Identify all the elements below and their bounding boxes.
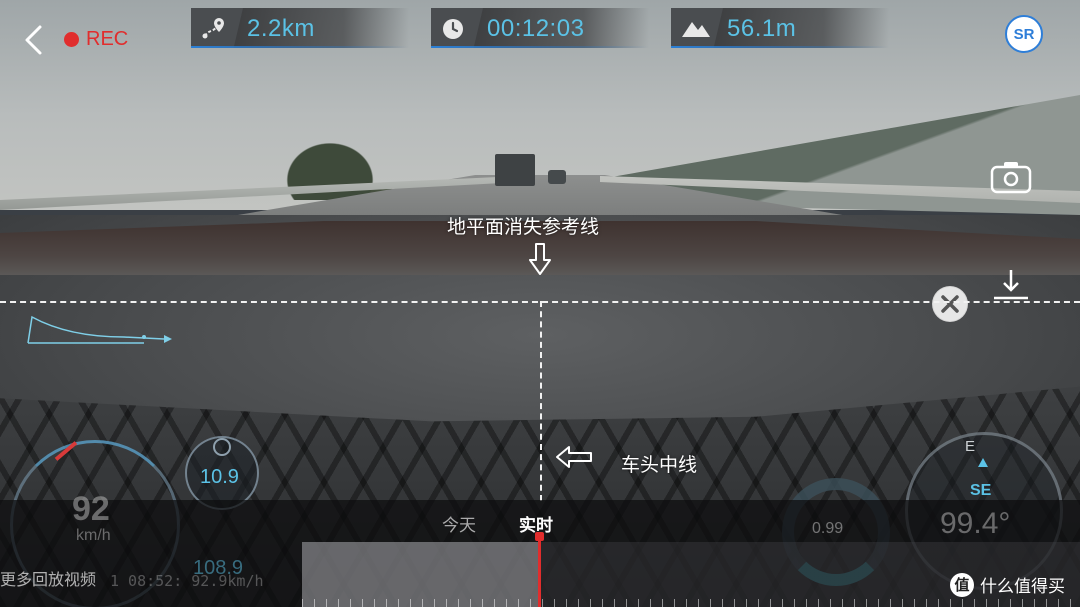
distance-value: 2.2km <box>247 15 315 42</box>
g-force-value: 10.9 <box>200 466 239 488</box>
tab-today[interactable]: 今天 <box>442 511 476 536</box>
watermark: 值 什么值得买 <box>950 572 1065 597</box>
logo-text: SR <box>1013 25 1035 43</box>
rec-label: REC <box>86 28 129 50</box>
arrow-left-icon <box>556 446 592 468</box>
route-trace-icon <box>27 315 172 344</box>
watermark-badge: 值 <box>950 572 974 597</box>
center-reference-line <box>540 301 542 501</box>
speed-unit: km/h <box>76 527 111 544</box>
speed-value: 92 <box>72 490 110 528</box>
record-dot-icon <box>64 32 79 47</box>
horizon-annotation: 地平面消失参考线 <box>447 216 600 238</box>
download-icon[interactable] <box>990 268 1032 304</box>
playhead-handle-icon[interactable] <box>535 532 544 541</box>
more-videos-link[interactable]: 更多回放视频 <box>0 566 96 590</box>
timeline-playhead[interactable] <box>538 533 541 607</box>
altitude-stat: 56.1m <box>671 8 889 48</box>
duration-value: 00:12:03 <box>487 15 585 42</box>
close-icon[interactable] <box>932 286 968 322</box>
watermark-text: 什么值得买 <box>980 577 1065 597</box>
recording-indicator: REC <box>64 28 128 51</box>
duration-stat: 00:12:03 <box>431 8 649 48</box>
arrow-down-icon <box>529 243 551 275</box>
timeline-ticks <box>302 599 1080 607</box>
route-pin-icon <box>202 18 224 39</box>
compass-direction: SE <box>970 482 992 499</box>
compass-east-label: E <box>965 438 976 455</box>
gauge-icon <box>213 438 231 456</box>
truck <box>495 154 535 186</box>
altitude-value: 56.1m <box>727 15 797 42</box>
clock-icon <box>443 19 463 39</box>
video-overlay-stamp: 1 08:52: 92.9km/h <box>110 572 264 590</box>
camera-icon[interactable] <box>990 160 1032 194</box>
ring-value: 0.99 <box>812 520 844 537</box>
mountain-icon <box>682 22 710 37</box>
back-icon[interactable] <box>22 24 46 56</box>
heading-value: 99.4° <box>940 507 1011 540</box>
distance-stat: 2.2km <box>191 8 409 48</box>
center-annotation: 车头中线 <box>621 454 698 476</box>
car <box>548 170 566 184</box>
compass-needle-icon <box>978 458 988 467</box>
sr-logo[interactable]: SR <box>1005 15 1043 53</box>
